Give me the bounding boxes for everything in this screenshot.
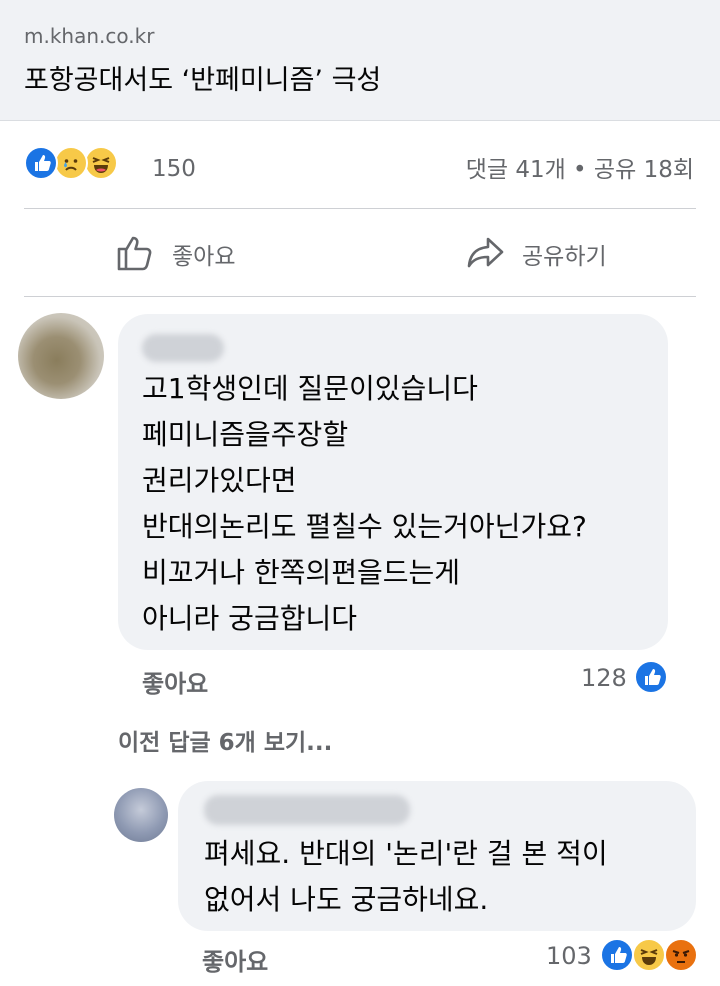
share-button-label: 공유하기: [522, 244, 607, 270]
reply-line: 펴세요. 반대의 '논리'란 걸 본 적이: [204, 837, 608, 870]
reply-reaction-count[interactable]: 103: [546, 942, 592, 970]
comment-line: 고1학생인데 질문이있습니다: [142, 372, 478, 405]
thumbs-up-icon: [114, 230, 158, 278]
comments-shares-count[interactable]: 댓글 41개 • 공유 18회: [466, 150, 694, 184]
comment-line: 페미니즘을주장할: [142, 418, 349, 451]
post-stats: 150 댓글 41개 • 공유 18회: [0, 140, 720, 190]
link-preview-card[interactable]: m.khan.co.kr 포항공대서도 ‘반페미니즘’ 극성: [0, 0, 720, 121]
haha-icon: [84, 146, 118, 180]
divider: [24, 296, 696, 297]
like-icon: [24, 146, 58, 180]
like-icon: [600, 938, 634, 972]
reply-like-link[interactable]: 좋아요: [202, 942, 268, 977]
like-button-label: 좋아요: [172, 244, 236, 270]
sad-icon: [54, 146, 88, 180]
angry-icon: [664, 938, 698, 972]
reply-text: 펴세요. 반대의 '논리'란 걸 본 적이 없어서 나도 궁금하네요.: [204, 831, 608, 923]
comment-line: 비꼬거나 한쪽의편을드는게: [142, 556, 461, 589]
view-previous-replies[interactable]: 이전 답글 6개 보기...: [118, 723, 332, 757]
link-domain: m.khan.co.kr: [24, 24, 155, 48]
comment-text: 고1학생인데 질문이있습니다 페미니즘을주장할 권리가있다면 반대의논리도 펼칠…: [142, 366, 587, 642]
like-button[interactable]: 좋아요: [114, 228, 235, 280]
share-arrow-icon: [464, 230, 508, 278]
commenter-name-blurred[interactable]: [142, 334, 224, 362]
comment-reaction-count[interactable]: 128: [581, 664, 627, 692]
avatar[interactable]: [18, 313, 104, 399]
share-button[interactable]: 공유하기: [464, 228, 607, 280]
divider: [24, 208, 696, 209]
comment-like-link[interactable]: 좋아요: [142, 664, 208, 699]
haha-icon: [632, 938, 666, 972]
replier-name-blurred[interactable]: [204, 795, 410, 825]
comment-line: 반대의논리도 펼칠수 있는거아닌가요?: [142, 510, 587, 543]
comment-bubble: 고1학생인데 질문이있습니다 페미니즘을주장할 권리가있다면 반대의논리도 펼칠…: [118, 314, 668, 650]
reply-line: 없어서 나도 궁금하네요.: [204, 883, 489, 916]
comment-line: 권리가있다면: [142, 464, 297, 497]
avatar[interactable]: [114, 788, 168, 842]
link-headline[interactable]: 포항공대서도 ‘반페미니즘’ 극성: [24, 58, 381, 97]
reply-bubble: 펴세요. 반대의 '논리'란 걸 본 적이 없어서 나도 궁금하네요.: [178, 781, 696, 931]
comment-line: 아니라 궁금합니다: [142, 602, 357, 635]
reaction-count: 150: [152, 156, 196, 182]
like-icon: [634, 660, 668, 694]
